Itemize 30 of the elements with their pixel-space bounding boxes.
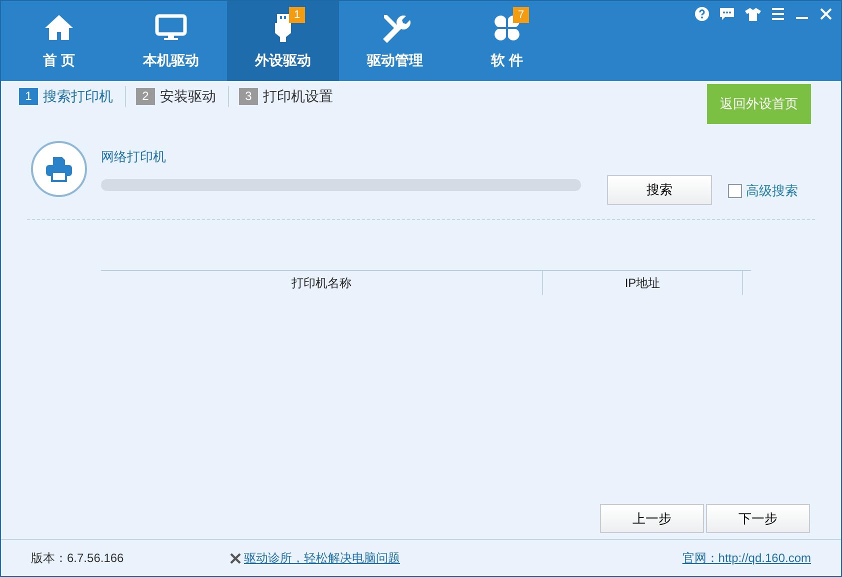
step-number: 3	[239, 88, 258, 105]
step-label: 搜索打印机	[43, 87, 113, 106]
nav-tab[interactable]: 驱动管理	[339, 1, 451, 81]
step-button[interactable]: 下一步	[706, 504, 810, 533]
menu-icon[interactable]	[771, 7, 785, 21]
nav-tab[interactable]: 外设驱动 1	[227, 1, 339, 81]
help-icon[interactable]	[695, 7, 709, 21]
search-button[interactable]: 搜索	[607, 175, 712, 205]
shirt-icon[interactable]	[745, 7, 761, 21]
section-title: 网络打印机	[101, 148, 167, 166]
chat-icon[interactable]	[719, 7, 735, 21]
version-text: 版本：6.7.56.166	[31, 550, 125, 567]
printer-icon	[45, 156, 73, 182]
nav-tab[interactable]: 本机驱动	[115, 1, 227, 81]
diagnosis-link[interactable]: 驱动诊所，轻松解决电脑问题	[244, 549, 400, 567]
step-label: 安装驱动	[160, 87, 216, 106]
step-number: 2	[136, 88, 155, 105]
column-header: IP地址	[543, 271, 743, 295]
website-link[interactable]: 官网：http://qd.160.com	[682, 549, 811, 567]
advanced-search-label[interactable]: 高级搜索	[746, 181, 798, 200]
advanced-checkbox[interactable]	[728, 184, 742, 198]
close-icon[interactable]	[819, 7, 833, 21]
count-badge: 7	[513, 7, 530, 23]
column-header: 打印机名称	[101, 271, 543, 295]
step-label: 打印机设置	[263, 87, 333, 106]
nav-tab[interactable]: 首 页	[3, 1, 115, 81]
step-number: 1	[19, 88, 38, 105]
nav-tab[interactable]: 软 件 7	[451, 1, 563, 81]
step-button[interactable]: 上一步	[600, 504, 704, 533]
count-badge: 1	[289, 7, 306, 23]
